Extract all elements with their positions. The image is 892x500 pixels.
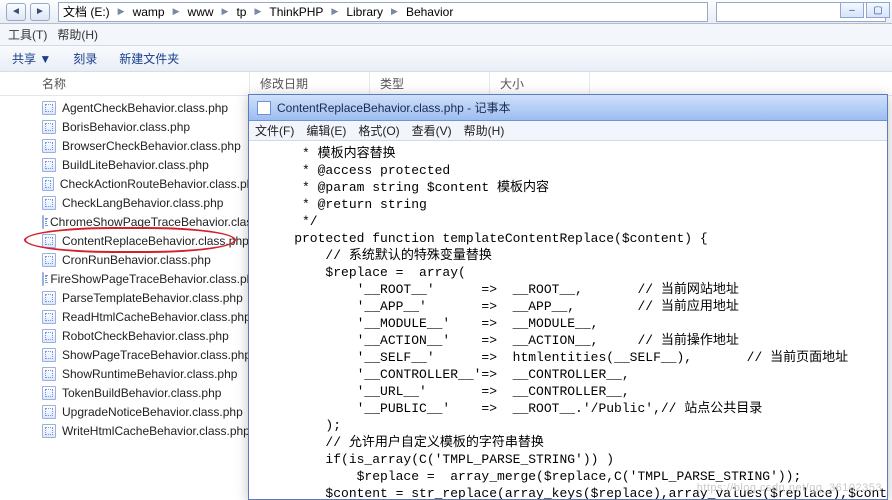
chevron-right-icon: ▶ — [169, 6, 184, 17]
explorer-menubar: 工具(T) 帮助(H) — [0, 24, 892, 46]
col-size[interactable]: 大小 — [490, 72, 590, 95]
file-item[interactable]: AgentCheckBehavior.class.php — [0, 98, 260, 117]
notepad-icon — [257, 101, 271, 115]
file-item[interactable]: ChromeShowPageTraceBehavior.clas... — [0, 212, 260, 231]
breadcrumb-seg[interactable]: Behavior — [402, 5, 457, 19]
notepad-content[interactable]: * 模板内容替换 * @access protected * @param st… — [249, 141, 887, 499]
file-item[interactable]: ContentReplaceBehavior.class.php — [0, 231, 260, 250]
file-item[interactable]: ShowPageTraceBehavior.class.php — [0, 345, 260, 364]
file-name: ShowPageTraceBehavior.class.php — [62, 348, 251, 362]
file-icon — [42, 253, 56, 267]
back-button[interactable]: ◄ — [6, 3, 26, 21]
file-icon — [42, 158, 56, 172]
breadcrumb[interactable]: 文档 (E:) ▶ wamp ▶ www ▶ tp ▶ ThinkPHP ▶ L… — [58, 2, 708, 22]
breadcrumb-seg[interactable]: wamp — [129, 5, 169, 19]
file-item[interactable]: FireShowPageTraceBehavior.class.php — [0, 269, 260, 288]
file-icon — [42, 367, 56, 381]
file-icon — [42, 348, 56, 362]
file-item[interactable]: CheckLangBehavior.class.php — [0, 193, 260, 212]
address-bar: ◄ ► 文档 (E:) ▶ wamp ▶ www ▶ tp ▶ ThinkPHP… — [0, 0, 892, 24]
np-menu-format[interactable]: 格式(O) — [358, 122, 399, 139]
file-icon — [42, 196, 56, 210]
file-item[interactable]: ReadHtmlCacheBehavior.class.php — [0, 307, 260, 326]
toolbar-share[interactable]: 共享 ▼ — [12, 50, 51, 67]
toolbar-burn[interactable]: 刻录 — [73, 50, 97, 67]
file-icon — [42, 329, 56, 343]
menu-tools[interactable]: 工具(T) — [8, 26, 47, 43]
file-icon — [42, 386, 56, 400]
file-name: BrowserCheckBehavior.class.php — [62, 139, 241, 153]
file-item[interactable]: RobotCheckBehavior.class.php — [0, 326, 260, 345]
file-name: FireShowPageTraceBehavior.class.php — [50, 272, 260, 286]
chevron-right-icon: ▶ — [114, 6, 129, 17]
file-icon — [42, 139, 56, 153]
file-name: BuildLiteBehavior.class.php — [62, 158, 209, 172]
file-icon — [42, 310, 56, 324]
file-item[interactable]: CronRunBehavior.class.php — [0, 250, 260, 269]
file-item[interactable]: ShowRuntimeBehavior.class.php — [0, 364, 260, 383]
max-icon[interactable]: ▢ — [866, 2, 890, 18]
breadcrumb-seg[interactable]: Library — [342, 5, 387, 19]
file-name: ReadHtmlCacheBehavior.class.php — [62, 310, 251, 324]
np-menu-help[interactable]: 帮助(H) — [464, 122, 505, 139]
file-name: CronRunBehavior.class.php — [62, 253, 211, 267]
file-name: AgentCheckBehavior.class.php — [62, 101, 228, 115]
min-icon[interactable]: – — [840, 2, 864, 18]
np-menu-view[interactable]: 查看(V) — [412, 122, 452, 139]
menu-help[interactable]: 帮助(H) — [57, 26, 98, 43]
file-name: ShowRuntimeBehavior.class.php — [62, 367, 237, 381]
file-icon — [42, 234, 56, 248]
file-name: UpgradeNoticeBehavior.class.php — [62, 405, 243, 419]
file-name: ChromeShowPageTraceBehavior.clas... — [50, 215, 260, 229]
np-menu-file[interactable]: 文件(F) — [255, 122, 294, 139]
file-icon — [42, 424, 56, 438]
breadcrumb-seg[interactable]: ThinkPHP — [265, 5, 327, 19]
chevron-right-icon: ▶ — [387, 6, 402, 17]
file-name: CheckLangBehavior.class.php — [62, 196, 223, 210]
notepad-menubar: 文件(F) 编辑(E) 格式(O) 查看(V) 帮助(H) — [249, 121, 887, 141]
file-icon — [42, 291, 56, 305]
file-item[interactable]: BorisBehavior.class.php — [0, 117, 260, 136]
explorer-toolbar: 共享 ▼ 刻录 新建文件夹 — [0, 46, 892, 72]
file-icon — [42, 120, 56, 134]
breadcrumb-seg[interactable]: tp — [232, 5, 250, 19]
file-item[interactable]: WriteHtmlCacheBehavior.class.php — [0, 421, 260, 440]
chevron-right-icon: ▶ — [218, 6, 233, 17]
file-item[interactable]: BrowserCheckBehavior.class.php — [0, 136, 260, 155]
chevron-right-icon: ▶ — [250, 6, 265, 17]
file-name: WriteHtmlCacheBehavior.class.php — [62, 424, 250, 438]
file-name: ContentReplaceBehavior.class.php — [62, 234, 249, 248]
file-name: RobotCheckBehavior.class.php — [62, 329, 229, 343]
file-icon — [42, 405, 56, 419]
col-name[interactable]: 名称 — [0, 72, 250, 95]
col-type[interactable]: 类型 — [370, 72, 490, 95]
toolbar-newfolder[interactable]: 新建文件夹 — [119, 50, 179, 67]
column-headers: 名称 修改日期 类型 大小 — [0, 72, 892, 96]
file-item[interactable]: BuildLiteBehavior.class.php — [0, 155, 260, 174]
file-list: AgentCheckBehavior.class.php BorisBehavio… — [0, 96, 260, 500]
file-name: TokenBuildBehavior.class.php — [62, 386, 221, 400]
file-item[interactable]: TokenBuildBehavior.class.php — [0, 383, 260, 402]
file-item[interactable]: UpgradeNoticeBehavior.class.php — [0, 402, 260, 421]
breadcrumb-drive[interactable]: 文档 (E:) — [59, 3, 114, 20]
notepad-window: ContentReplaceBehavior.class.php - 记事本 文… — [248, 94, 888, 500]
forward-button[interactable]: ► — [30, 3, 50, 21]
breadcrumb-seg[interactable]: www — [184, 5, 218, 19]
notepad-title: ContentReplaceBehavior.class.php - 记事本 — [277, 99, 510, 116]
file-item[interactable]: ParseTemplateBehavior.class.php — [0, 288, 260, 307]
col-date[interactable]: 修改日期 — [250, 72, 370, 95]
file-icon — [42, 272, 44, 286]
file-name: ParseTemplateBehavior.class.php — [62, 291, 243, 305]
np-menu-edit[interactable]: 编辑(E) — [306, 122, 346, 139]
notepad-titlebar[interactable]: ContentReplaceBehavior.class.php - 记事本 — [249, 95, 887, 121]
file-name: CheckActionRouteBehavior.class.php — [60, 177, 260, 191]
file-icon — [42, 177, 54, 191]
chevron-right-icon: ▶ — [327, 6, 342, 17]
watermark: https://blog.csdn.net/qq_36102353 — [697, 482, 882, 494]
file-item[interactable]: CheckActionRouteBehavior.class.php — [0, 174, 260, 193]
file-name: BorisBehavior.class.php — [62, 120, 190, 134]
file-icon — [42, 215, 44, 229]
file-icon — [42, 101, 56, 115]
